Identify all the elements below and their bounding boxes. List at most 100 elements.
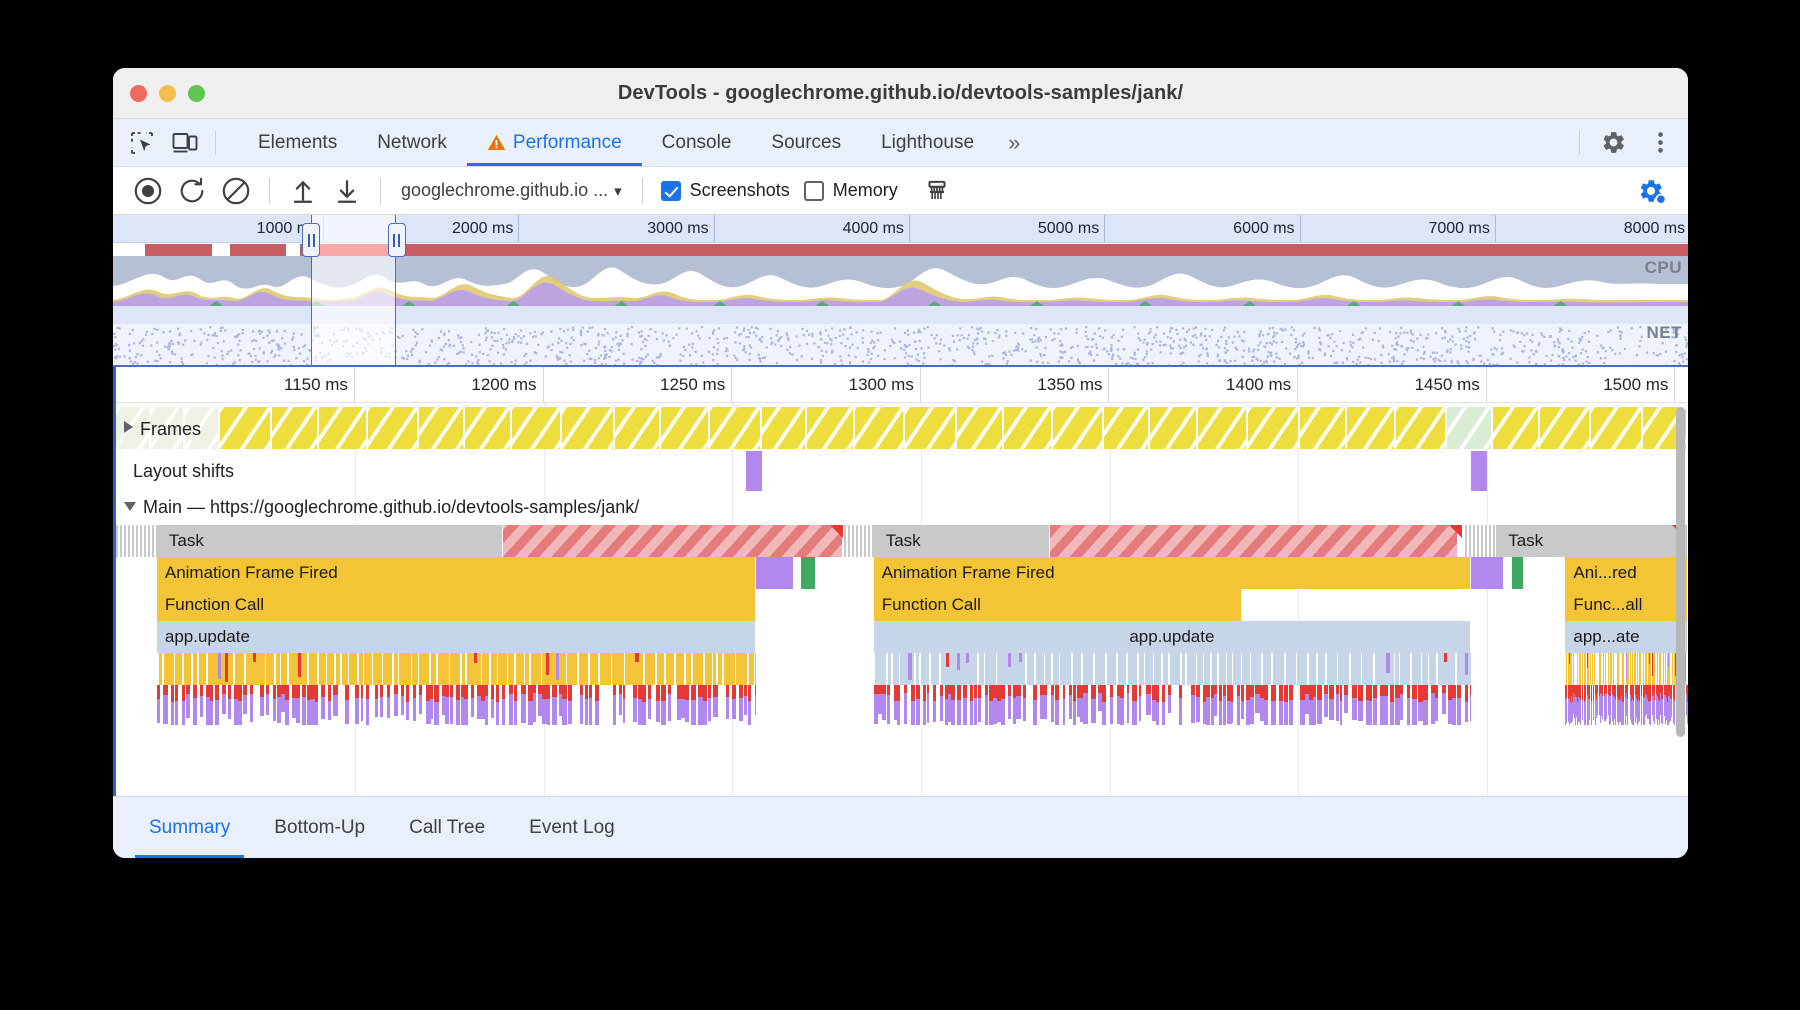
layout-shift-marker[interactable] — [746, 451, 763, 491]
micro-task-block[interactable] — [873, 685, 1472, 725]
frame-cell[interactable] — [1149, 407, 1198, 449]
gear-icon[interactable] — [1590, 129, 1637, 156]
recording-target-select[interactable]: googlechrome.github.io ... ▾ — [393, 180, 630, 201]
flame-chart-panel[interactable]: 1150 ms 1200 ms 1250 ms 1300 ms 1350 ms … — [113, 367, 1688, 796]
micro-task-block[interactable] — [1565, 653, 1688, 685]
task-row[interactable]: Task Task Task — [116, 525, 1688, 557]
app-update-event[interactable]: app.update — [156, 621, 756, 653]
frame-cell[interactable] — [710, 407, 762, 449]
flame-tick: 1250 ms — [544, 367, 733, 402]
function-call-row[interactable]: Function Call Function Call Func...all — [116, 589, 1688, 621]
overview-tick: 7000 ms — [1301, 215, 1496, 242]
function-call-event[interactable]: Function Call — [156, 589, 756, 621]
frame-cell[interactable] — [807, 407, 856, 449]
frame-cell[interactable] — [116, 407, 151, 449]
frame-cell[interactable] — [150, 407, 186, 449]
close-window-button[interactable] — [130, 84, 147, 102]
timeline-overview[interactable]: 1000 ms 2000 ms 3000 ms 4000 ms 5000 ms … — [113, 215, 1688, 367]
frame-cell[interactable] — [1395, 407, 1448, 449]
frame-cell[interactable] — [905, 407, 958, 449]
app-update-event-truncated[interactable]: app...ate — [1565, 621, 1688, 653]
collapse-triangle-icon[interactable] — [124, 502, 136, 511]
app-update-event[interactable]: app.update — [873, 621, 1472, 653]
micro-tasks-row-1[interactable] — [116, 653, 1688, 685]
selection-right-handle[interactable] — [387, 223, 406, 257]
collect-garbage-icon[interactable] — [916, 170, 958, 212]
device-toolbar-icon[interactable] — [171, 130, 199, 156]
main-track-label[interactable]: Main — https://googlechrome.github.io/de… — [124, 497, 639, 518]
function-call-event-truncated[interactable]: Func...all — [1565, 589, 1688, 621]
tab-sources[interactable]: Sources — [751, 119, 861, 166]
micro-task-block[interactable] — [156, 653, 756, 685]
frame-cell[interactable] — [219, 407, 273, 449]
tab-summary[interactable]: Summary — [127, 797, 252, 858]
frame-cell[interactable] — [1053, 407, 1105, 449]
tab-bottom-up[interactable]: Bottom-Up — [252, 797, 387, 858]
tab-console[interactable]: Console — [642, 119, 752, 166]
frame-cell[interactable] — [318, 407, 368, 449]
kebab-menu-icon[interactable] — [1647, 129, 1674, 156]
save-profile-icon[interactable] — [326, 170, 368, 212]
frame-cell[interactable] — [1104, 407, 1150, 449]
frame-cell[interactable] — [761, 407, 808, 449]
micro-task-block[interactable] — [873, 653, 1472, 685]
frame-cell[interactable] — [1540, 407, 1591, 449]
maximize-window-button[interactable] — [188, 84, 205, 102]
tab-performance[interactable]: Performance — [466, 119, 642, 166]
tab-event-log[interactable]: Event Log — [507, 797, 637, 858]
memory-checkbox[interactable]: Memory — [798, 180, 904, 201]
animation-frame-fired-event[interactable]: Animation Frame Fired — [873, 557, 1472, 589]
layout-shifts-track[interactable] — [116, 451, 1688, 491]
inspect-element-icon[interactable] — [129, 130, 155, 156]
animation-frame-fired-event-truncated[interactable]: Ani...red — [1565, 557, 1688, 589]
capture-settings-icon[interactable] — [1630, 170, 1672, 212]
micro-task-block[interactable] — [156, 685, 756, 725]
micro-task-block[interactable] — [1565, 685, 1688, 725]
flame-chart-scrollbar[interactable] — [1676, 407, 1685, 737]
animation-frame-fired-event[interactable]: Animation Frame Fired — [156, 557, 756, 589]
frame-cell[interactable] — [185, 407, 220, 449]
selection-left-handle[interactable] — [302, 223, 321, 257]
frame-cell[interactable] — [661, 407, 711, 449]
tab-network[interactable]: Network — [357, 119, 467, 166]
frame-cell[interactable] — [562, 407, 615, 449]
tab-elements[interactable]: Elements — [238, 119, 357, 166]
frame-cell[interactable] — [855, 407, 906, 449]
tab-call-tree[interactable]: Call Tree — [387, 797, 507, 858]
animation-frame-row[interactable]: Animation Frame Fired Animation Frame Fi… — [116, 557, 1688, 589]
frame-cell[interactable] — [1447, 407, 1493, 449]
frame-cell[interactable] — [367, 407, 419, 449]
record-button[interactable] — [127, 170, 169, 212]
frame-cell[interactable] — [512, 407, 563, 449]
tabbar-overflow-button[interactable]: » — [994, 119, 1034, 166]
frame-cell[interactable] — [418, 407, 465, 449]
paint-event[interactable] — [801, 557, 816, 589]
micro-tasks-row-2[interactable] — [116, 685, 1688, 725]
frame-cell[interactable] — [1300, 407, 1347, 449]
clear-recording-button[interactable] — [215, 170, 257, 212]
frame-cell[interactable] — [1590, 407, 1643, 449]
minimize-window-button[interactable] — [159, 84, 176, 102]
frame-cell[interactable] — [1247, 407, 1301, 449]
paint-event[interactable] — [1511, 557, 1525, 589]
recalculate-style-event[interactable] — [1471, 557, 1505, 589]
app-update-row[interactable]: app.update app.update app...ate — [116, 621, 1688, 653]
layout-shift-marker[interactable] — [1471, 451, 1488, 491]
frame-cell[interactable] — [1346, 407, 1396, 449]
overview-selection-window[interactable] — [311, 215, 397, 365]
reload-and-record-button[interactable] — [171, 170, 213, 212]
frame-cell[interactable] — [464, 407, 513, 449]
frame-cell[interactable] — [1004, 407, 1054, 449]
frame-cell[interactable] — [1197, 407, 1248, 449]
frame-cell[interactable] — [1492, 407, 1541, 449]
main-label-text: Main — https://googlechrome.github.io/de… — [143, 497, 640, 517]
frames-track[interactable] — [116, 407, 1688, 449]
recalculate-style-event[interactable] — [755, 557, 794, 589]
frame-cell[interactable] — [614, 407, 662, 449]
tab-lighthouse[interactable]: Lighthouse — [861, 119, 994, 166]
frame-cell[interactable] — [957, 407, 1005, 449]
load-profile-icon[interactable] — [282, 170, 324, 212]
function-call-event[interactable]: Function Call — [873, 589, 1242, 621]
screenshots-checkbox[interactable]: Screenshots — [655, 180, 796, 201]
frame-cell[interactable] — [272, 407, 319, 449]
